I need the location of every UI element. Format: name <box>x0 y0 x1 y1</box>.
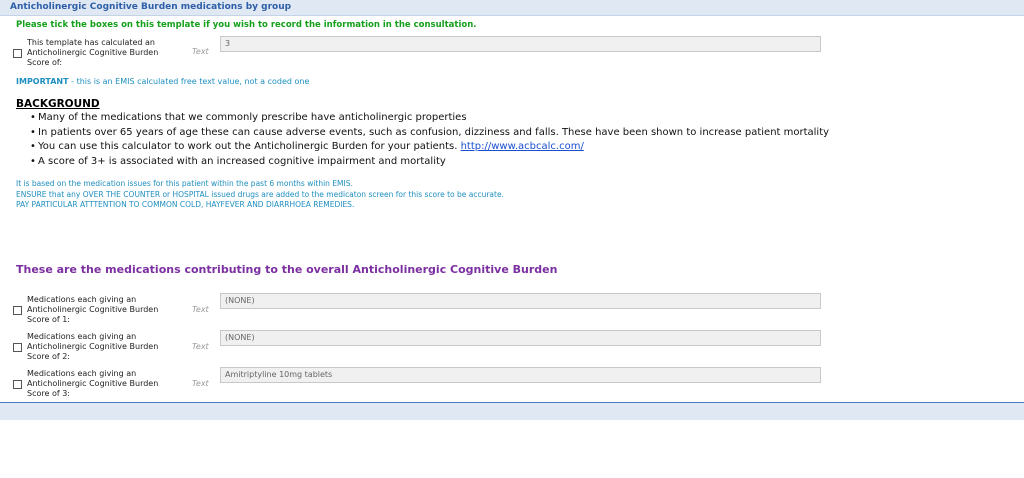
footer-bar <box>0 403 1024 420</box>
bullet-text: You can use this calculator to work out … <box>38 141 461 152</box>
med-score-3-text-field[interactable]: Amitriptyline 10mg tablets <box>220 367 821 383</box>
score-label-line: This template has calculated an <box>27 38 155 47</box>
med-label-line: Medications each giving an <box>27 369 137 378</box>
instructions-text: Please tick the boxes on this template i… <box>16 20 477 30</box>
med-label-line: Score of 1: <box>27 315 70 324</box>
section-title: These are the medications contributing t… <box>16 263 558 276</box>
med-label-line: Anticholinergic Cognitive Burden <box>27 379 159 388</box>
important-bold: IMPORTANT <box>16 77 69 86</box>
med-score-2-label: Medications each giving an Anticholinerg… <box>27 332 177 362</box>
med-score-1-type-label: Text <box>192 305 209 314</box>
background-title: BACKGROUND <box>16 98 100 110</box>
score-label: This template has calculated an Antichol… <box>27 38 177 68</box>
med-label-line: Anticholinergic Cognitive Burden <box>27 342 159 351</box>
med-score-3-checkbox[interactable] <box>13 380 22 389</box>
med-score-2-text-field[interactable]: (NONE) <box>220 330 821 346</box>
header-title: Anticholinergic Cognitive Burden medicat… <box>10 2 292 12</box>
note-line: PAY PARTICULAR ATTTENTION TO COMMON COLD… <box>16 200 355 209</box>
med-label-line: Medications each giving an <box>27 332 137 341</box>
note-line: ENSURE that any OVER THE COUNTER or HOSP… <box>16 189 504 199</box>
med-label-line: Anticholinergic Cognitive Burden <box>27 305 159 314</box>
bullet-text: Many of the medications that we commonly… <box>38 112 467 123</box>
important-note: IMPORTANT - this is an EMIS calculated f… <box>16 77 309 86</box>
bullet-item: A score of 3+ is associated with an incr… <box>30 155 829 170</box>
notes-block: It is based on the medication issues for… <box>16 179 504 211</box>
med-score-1-label: Medications each giving an Anticholinerg… <box>27 295 177 325</box>
bullet-text: In patients over 65 years of age these c… <box>38 126 830 138</box>
bullet-item: Many of the medications that we commonly… <box>30 111 829 126</box>
bullet-item: You can use this calculator to work out … <box>30 140 829 155</box>
header-bar: Anticholinergic Cognitive Burden medicat… <box>0 0 1024 16</box>
med-label-line: Score of 3: <box>27 389 70 398</box>
med-score-2-type-label: Text <box>192 342 209 351</box>
bullet-text: A score of 3+ is associated with an incr… <box>38 155 446 167</box>
med-score-2-checkbox[interactable] <box>13 343 22 352</box>
background-bullets: Many of the medications that we commonly… <box>30 111 829 169</box>
bullet-item: In patients over 65 years of age these c… <box>30 126 829 141</box>
med-score-3-label: Medications each giving an Anticholinerg… <box>27 369 177 399</box>
score-text-field[interactable]: 3 <box>220 36 821 52</box>
acbcalc-link[interactable]: http://www.acbcalc.com/ <box>461 141 584 152</box>
score-checkbox[interactable] <box>13 49 22 58</box>
med-label-line: Medications each giving an <box>27 295 137 304</box>
score-label-line: Score of: <box>27 58 63 67</box>
med-score-1-text-field[interactable]: (NONE) <box>220 293 821 309</box>
score-label-line: Anticholinergic Cognitive Burden <box>27 48 159 57</box>
med-score-1-checkbox[interactable] <box>13 306 22 315</box>
note-line: It is based on the medication issues for… <box>16 179 353 188</box>
med-label-line: Score of 2: <box>27 352 70 361</box>
important-text: - this is an EMIS calculated free text v… <box>68 77 310 86</box>
score-type-label: Text <box>192 47 209 56</box>
template-page: Anticholinergic Cognitive Burden medicat… <box>0 0 1024 478</box>
med-score-3-type-label: Text <box>192 379 209 388</box>
